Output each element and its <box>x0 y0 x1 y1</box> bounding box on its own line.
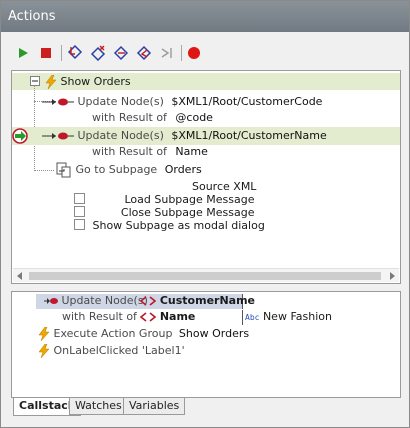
subpage-icon <box>56 162 71 178</box>
tab-watches[interactable]: Watches <box>69 398 128 415</box>
step-into-icon <box>67 45 83 60</box>
step-out-icon <box>113 45 129 61</box>
action-value: Orders <box>164 163 202 176</box>
action-value: $XML1/Root/CustomerCode <box>171 95 323 108</box>
result-row: with Result of Name <box>92 144 208 160</box>
lightning-icon <box>38 344 50 358</box>
bottom-tabs: Callstack Watches Variables <box>11 398 401 416</box>
callstack-panel: Update Node(s) CustomerName with Result … <box>11 291 401 398</box>
result-value: @code <box>175 111 213 124</box>
lightning-icon <box>38 327 50 341</box>
frame-label: Execute Action Group <box>53 327 173 340</box>
column-divider <box>242 310 243 325</box>
result-label: with Result of <box>92 111 167 124</box>
update-node-icon <box>42 132 74 140</box>
option-label: Show Subpage as modal dialog <box>92 219 265 232</box>
toolbar-separator <box>61 45 62 61</box>
action-tree-panel: Show Orders Update Node(s) $XML1/Root/Cu… <box>11 70 401 284</box>
action-row-goto-subpage[interactable]: Go to Subpage Orders <box>56 162 202 178</box>
run-to-cursor-button[interactable] <box>159 45 175 61</box>
action-row-update-customercode[interactable]: Update Node(s) $XML1/Root/CustomerCode <box>42 94 322 110</box>
callstack-result-row: with Result of <box>62 309 137 325</box>
play-icon <box>19 48 28 58</box>
checkbox[interactable] <box>74 206 85 217</box>
collapse-toggle[interactable] <box>30 74 40 90</box>
run-button[interactable] <box>15 45 31 61</box>
step-out-button[interactable] <box>113 45 129 61</box>
step-into-button[interactable] <box>67 45 83 61</box>
update-node-icon <box>42 98 74 106</box>
callstack-update-label: Update Node(s) <box>61 294 148 307</box>
current-execution-arrow <box>12 128 30 144</box>
result-label: with Result of <box>92 145 167 158</box>
result-row: with Result of @code <box>92 110 213 126</box>
result-value: Name <box>175 145 208 158</box>
checkbox[interactable] <box>74 219 85 230</box>
scroll-left-icon <box>17 272 22 280</box>
group-row[interactable]: Show Orders <box>45 74 131 90</box>
frame-label: OnLabelClicked 'Label1' <box>53 344 185 357</box>
callstack-result-label: with Result of <box>62 310 137 323</box>
scrollbar-thumb[interactable] <box>29 272 381 280</box>
xml-element-icon <box>140 296 156 306</box>
string-type-icon: Abc <box>245 313 260 322</box>
callstack-update-node: CustomerName <box>140 293 255 309</box>
horizontal-scrollbar[interactable] <box>13 268 399 282</box>
frame-value: Show Orders <box>178 327 250 340</box>
group-label: Show Orders <box>60 75 131 88</box>
callstack-result-value: Name <box>159 310 196 323</box>
step-back-button[interactable] <box>136 45 152 61</box>
tree-line <box>34 170 54 171</box>
checkbox[interactable] <box>74 193 85 204</box>
callstack-update-value: CustomerName <box>159 294 256 307</box>
callstack-result-string-value: New Fashion <box>262 310 332 323</box>
xml-element-icon <box>140 312 156 322</box>
action-label: Go to Subpage <box>75 163 158 176</box>
action-label: Update Node(s) <box>77 129 164 142</box>
toolbar-separator <box>181 45 182 61</box>
window-title: Actions <box>1 1 409 32</box>
step-over-icon <box>90 45 106 61</box>
scroll-right-icon <box>390 272 395 280</box>
action-row-update-customername[interactable]: Update Node(s) $XML1/Root/CustomerName <box>42 128 327 144</box>
lightning-icon <box>45 75 57 89</box>
action-value: $XML1/Root/CustomerName <box>171 129 327 142</box>
breakpoint-icon <box>188 47 200 59</box>
update-node-icon <box>44 298 58 304</box>
action-label: Update Node(s) <box>77 95 164 108</box>
callstack-update-row[interactable]: Update Node(s) <box>44 293 148 309</box>
current-arrow-icon <box>12 128 28 144</box>
step-back-icon <box>136 45 152 61</box>
callstack-result-string: Abc New Fashion <box>245 309 332 325</box>
option-show-subpage-modal[interactable]: Show Subpage as modal dialog <box>74 218 265 234</box>
callstack-result-node: Name <box>140 309 195 325</box>
breakpoint-button[interactable] <box>186 45 202 61</box>
stop-button[interactable] <box>38 45 54 61</box>
callstack-frame[interactable]: Execute Action Group Show Orders <box>38 326 249 342</box>
callstack-frame[interactable]: OnLabelClicked 'Label1' <box>38 343 185 359</box>
actions-window: Actions Show Orders Update Node(s) $XML1… <box>0 0 410 428</box>
tab-variables[interactable]: Variables <box>123 398 186 415</box>
step-over-button[interactable] <box>90 45 106 61</box>
stop-icon <box>41 48 51 58</box>
toolbar <box>1 37 409 67</box>
run-to-cursor-icon <box>161 48 172 58</box>
